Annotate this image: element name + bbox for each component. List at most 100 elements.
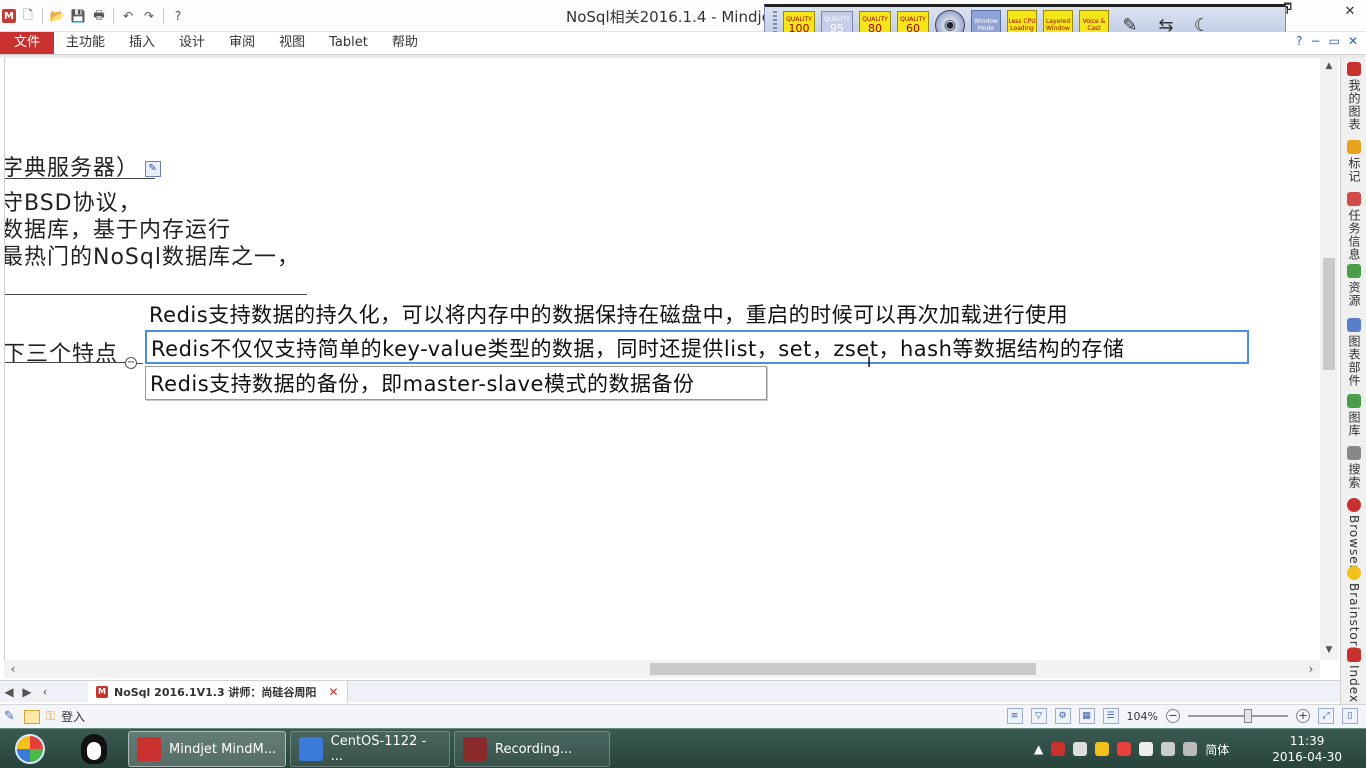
map-view-icon[interactable]: ▦ (1078, 708, 1095, 724)
help-icon[interactable]: ? (169, 7, 187, 25)
qq-pinned-app[interactable] (66, 732, 122, 766)
scroll-up-icon[interactable]: ▲ (1320, 58, 1338, 74)
menu-review[interactable]: 审阅 (217, 32, 267, 54)
map-icon (1347, 62, 1361, 76)
scroll-left-icon[interactable]: ‹ (6, 660, 20, 678)
collapse-toggle[interactable]: − (125, 357, 137, 369)
sidebar-item-resources[interactable]: 资源 (1341, 264, 1366, 307)
separator (113, 8, 114, 24)
start-button[interactable] (8, 732, 52, 766)
sidebar-item-browser[interactable]: Browser (1341, 498, 1366, 571)
scroll-down-icon[interactable]: ▼ (1320, 642, 1338, 658)
recorder-app-icon (463, 737, 487, 761)
menu-help[interactable]: 帮助 (380, 32, 430, 54)
sidebar-item-index[interactable]: Index (1341, 648, 1366, 703)
close-button[interactable]: ✕ (1334, 0, 1366, 22)
tray-app-icon[interactable] (1095, 742, 1110, 756)
taskbar-clock[interactable]: 11:39 2016-04-30 (1272, 733, 1342, 765)
subtopic-data-structures-selected[interactable]: Redis不仅仅支持简单的key-value类型的数据，同时还提供list，se… (145, 330, 1249, 364)
task-centos-vm[interactable]: CentOS-1122 - ... (290, 731, 450, 767)
tray-app-icon[interactable] (1117, 742, 1132, 756)
sidebar-item-map-parts[interactable]: 图表部件 (1341, 318, 1366, 387)
document-tab[interactable]: M NoSql 2016.1V1.3 讲师：尚硅谷周阳 ✕ (88, 681, 348, 703)
note-icon[interactable]: ✎ (145, 161, 162, 177)
browser-icon (1347, 498, 1361, 512)
zoom-slider-knob[interactable] (1244, 709, 1252, 723)
filter-icon[interactable]: ▽ (1030, 708, 1047, 724)
tray-app-icon[interactable] (1073, 742, 1088, 756)
panel-toggle-icon[interactable]: ▯ (1342, 708, 1358, 724)
sidebar-label: 标记 (1347, 157, 1361, 183)
vertical-scroll-thumb[interactable] (1323, 258, 1335, 370)
zoom-slider[interactable] (1188, 709, 1288, 723)
print-icon[interactable]: 🖶 (90, 7, 108, 25)
tab-prev-icon[interactable]: ◀ (0, 685, 18, 699)
subtopic-persistence[interactable]: Redis支持数据的持久化，可以将内存中的数据保持在磁盘中，重启的时候可以再次加… (145, 298, 1072, 332)
sidebar-item-brainstorm[interactable]: Brainstorm (1341, 566, 1366, 659)
sidebar-item-my-maps[interactable]: 我的图表 (1341, 62, 1366, 131)
ribbon-close-icon[interactable]: ✕ (1348, 34, 1358, 48)
right-sidebar: 我的图表 标记 任务信息 资源 图表部件 图库 搜索 Browser Brain… (1340, 58, 1366, 704)
redo-icon[interactable]: ↷ (140, 7, 158, 25)
open-folder-icon[interactable]: 📂 (48, 7, 66, 25)
sidebar-item-search[interactable]: 搜索 (1341, 446, 1366, 489)
scroll-right-icon[interactable]: › (1304, 660, 1318, 678)
menu-view[interactable]: 视图 (267, 32, 317, 54)
quick-access-toolbar: M 🗋 📂 💾 🖶 ↶ ↷ ? (2, 5, 187, 27)
subtopic-backup[interactable]: Redis支持数据的备份，即master-slave模式的数据备份 (145, 366, 767, 400)
help-circle-icon[interactable]: ? (1296, 34, 1302, 48)
ime-indicator[interactable]: 简体 (1205, 741, 1229, 758)
highlighter-icon[interactable] (24, 709, 40, 724)
lightbulb-icon (1347, 566, 1361, 580)
sidebar-item-markers[interactable]: 标记 (1341, 140, 1366, 183)
tab-list-icon[interactable]: ‹ (36, 685, 54, 699)
zoom-out-icon[interactable]: − (1166, 709, 1180, 723)
branch-topic[interactable]: 下三个特点 (5, 336, 118, 368)
topic-icon[interactable]: ⚙ (1054, 708, 1071, 724)
outline-view-icon[interactable]: ≡ (1006, 708, 1023, 724)
ribbon-minimize-icon[interactable]: − (1311, 34, 1321, 48)
sidebar-item-library[interactable]: 图库 (1341, 394, 1366, 437)
sidebar-item-task-info[interactable]: 任务信息 (1341, 192, 1366, 261)
tab-next-icon[interactable]: ▶ (18, 685, 36, 699)
network-icon[interactable] (1139, 742, 1154, 756)
topic-underline (5, 178, 155, 179)
outline-icon[interactable]: ☰ (1102, 708, 1119, 724)
menu-tablet[interactable]: Tablet (317, 32, 380, 54)
menu-design[interactable]: 设计 (167, 32, 217, 54)
document-tab-label: NoSql 2016.1V1.3 讲师：尚硅谷周阳 (114, 686, 317, 699)
task-label: Recording... (495, 741, 573, 757)
system-tray: ▲ 简体 (1034, 729, 1229, 768)
topic-text[interactable]: 最热门的NoSql数据库之一， (5, 239, 300, 271)
minimize-button[interactable] (1302, 0, 1334, 22)
horizontal-scroll-thumb[interactable] (650, 663, 1036, 675)
branch-underline (5, 362, 125, 363)
task-recording[interactable]: Recording... (454, 731, 610, 767)
action-center-icon[interactable] (1161, 742, 1176, 756)
volume-icon[interactable] (1183, 742, 1198, 756)
ribbon-restore-icon[interactable]: ▭ (1329, 34, 1340, 48)
section-divider (5, 294, 307, 295)
pen-icon[interactable]: ✎ (4, 709, 18, 724)
undo-icon[interactable]: ↶ (119, 7, 137, 25)
fit-map-icon[interactable]: ⤢ (1318, 708, 1334, 724)
menu-file[interactable]: 文件 (0, 32, 55, 54)
task-mindjet[interactable]: Mindjet MindM... (128, 731, 286, 767)
save-icon[interactable]: 💾 (69, 7, 87, 25)
sidebar-label: 搜索 (1347, 463, 1361, 489)
connector-line (137, 363, 143, 364)
login-button[interactable]: 登入 (61, 708, 85, 725)
taskbar: Mindjet MindM... CentOS-1122 - ... Recor… (0, 728, 1366, 768)
menu-insert[interactable]: 插入 (117, 32, 167, 54)
app-logo-icon[interactable]: M (2, 9, 16, 23)
zoom-in-icon[interactable]: + (1296, 709, 1310, 723)
new-file-icon[interactable]: 🗋 (19, 7, 37, 25)
sidebar-label: 任务信息 (1347, 209, 1361, 261)
horizontal-scrollbar[interactable]: ‹ › (4, 660, 1320, 678)
tray-app-icon[interactable] (1051, 742, 1066, 756)
tray-expand-icon[interactable]: ▲ (1034, 742, 1043, 756)
close-tab-icon[interactable]: ✕ (328, 685, 338, 699)
vertical-scrollbar[interactable]: ▲ ▼ (1320, 58, 1338, 660)
map-canvas[interactable]: 字典服务器） ✎ 守BSD协议， 数据库，基于内存运行 最热门的NoSql数据库之… (4, 58, 1320, 660)
menu-home[interactable]: 主功能 (54, 32, 117, 54)
